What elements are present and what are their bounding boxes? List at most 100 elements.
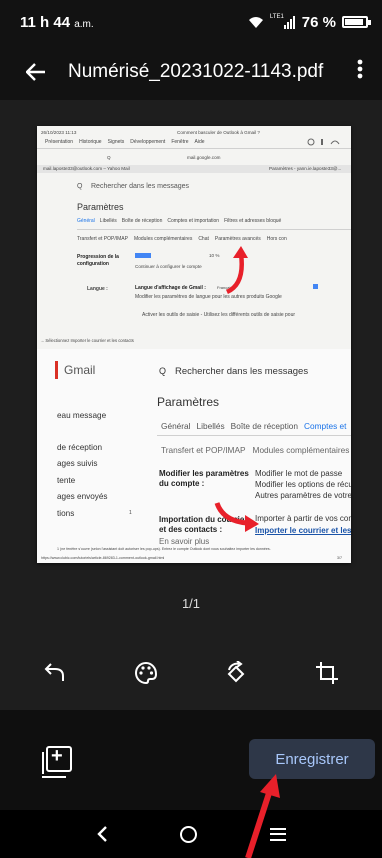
doc-tab: Général bbox=[77, 218, 95, 224]
doc-import-link: Importer le courrier et les c bbox=[255, 526, 351, 535]
clock-text: 11 h 44 bbox=[20, 13, 71, 31]
doc-menu: Présentation Historique Signets Développ… bbox=[45, 139, 205, 145]
bottom-action-bar: + Enregistrer bbox=[0, 710, 382, 810]
gmail-logo-bar bbox=[55, 361, 58, 379]
doc-zoom-settings: Paramètres bbox=[157, 395, 220, 409]
doc-progress-bar bbox=[135, 253, 151, 258]
doc-url: mail.google.com bbox=[187, 155, 221, 160]
doc-tab: Modules complémentaires bbox=[133, 236, 193, 242]
doc-footer-note: 1 (ne fenêtre s'ouvre (selon l'assistant… bbox=[57, 547, 271, 551]
doc-progress-link: Continuer à configurer le compte bbox=[135, 264, 202, 269]
rotate-icon[interactable] bbox=[216, 653, 256, 693]
doc-sidebar-item: de réception bbox=[57, 443, 103, 452]
more-vert-icon[interactable] bbox=[350, 58, 370, 86]
status-time: 11 h 44 a.m. bbox=[20, 14, 94, 31]
crop-icon[interactable] bbox=[307, 653, 347, 693]
doc-zoom-tab: Général bbox=[161, 421, 191, 431]
doc-zoom-search: Rechercher dans les messages bbox=[175, 366, 309, 377]
signal-icon bbox=[283, 16, 295, 29]
doc-modify-link: Modifier le mot de passe bbox=[255, 469, 343, 478]
doc-zoom-tabs2: Transfert et POP/IMAP Modules complément… bbox=[161, 445, 349, 455]
doc-menu-item: Historique bbox=[79, 139, 102, 145]
doc-zoom-tabs1: Général Libellés Boîte de réception Comp… bbox=[161, 421, 346, 431]
system-nav-bar bbox=[0, 810, 382, 858]
doc-progress-value: 10 % bbox=[209, 253, 220, 258]
doc-import-learn: En savoir plus bbox=[159, 537, 210, 546]
doc-zoom-tab: Libellés bbox=[196, 421, 225, 431]
doc-browser-icons bbox=[307, 138, 340, 146]
page-counter: 1/1 bbox=[181, 596, 201, 611]
doc-bookmarks-left: mail.laposte33@outlook.com – Yahoo Mail bbox=[43, 166, 130, 171]
wifi-icon bbox=[248, 17, 263, 28]
doc-import-text: Importer à partir de vos com bbox=[255, 514, 351, 523]
doc-gmail-zoom: Gmail Q Rechercher dans les messages Par… bbox=[37, 349, 351, 563]
doc-tab: Hors con bbox=[266, 236, 287, 242]
doc-page-title: Comment basculer de Outlook à Gmail ? bbox=[177, 130, 260, 135]
doc-divider bbox=[37, 148, 351, 149]
doc-language-title: Langue d'affichage de Gmail : bbox=[135, 285, 206, 291]
network-type: LTE1 bbox=[269, 14, 284, 20]
doc-settings-title: Paramètres bbox=[77, 202, 124, 212]
nav-back-icon[interactable] bbox=[96, 825, 108, 843]
add-page-icon[interactable]: + bbox=[42, 745, 72, 778]
clock-ampm: a.m. bbox=[74, 18, 94, 30]
scanned-page[interactable]: 26/10/2023 11:13 Comment basculer de Out… bbox=[37, 126, 351, 563]
doc-divider bbox=[77, 229, 351, 230]
doc-red-arrow-top bbox=[225, 246, 248, 295]
doc-zoom-tab: Modules complémentaires bbox=[252, 445, 350, 455]
doc-sidebar-item: ages envoyés bbox=[57, 492, 108, 501]
doc-zoom-search-icon: Q bbox=[159, 366, 167, 376]
battery-icon bbox=[342, 16, 371, 28]
back-arrow-icon[interactable] bbox=[25, 57, 56, 88]
document-title: Numérisé_20231022-1143.pdf bbox=[68, 61, 324, 82]
doc-date: 26/10/2023 11:13 bbox=[41, 130, 77, 135]
doc-tab: Filtres et adresses bloqué bbox=[224, 218, 282, 224]
doc-zoom-tab: Comptes et bbox=[304, 421, 347, 431]
doc-tabs-row2: Transfert et POP/IMAP Modules complément… bbox=[77, 236, 287, 242]
doc-tab: Paramètres avancés bbox=[214, 236, 261, 242]
status-icons: LTE1 76 % bbox=[248, 13, 371, 31]
doc-tab: Boîte de réception bbox=[121, 218, 163, 224]
doc-gmail-logo: Gmail bbox=[64, 363, 96, 377]
doc-menu-item: Présentation bbox=[45, 139, 74, 145]
doc-menu-item: Signets bbox=[107, 139, 125, 145]
battery-percent: 76 % bbox=[301, 13, 336, 31]
doc-divider bbox=[157, 435, 351, 436]
app-bar: Numérisé_20231022-1143.pdf bbox=[0, 44, 382, 100]
doc-red-arrow-bottom bbox=[214, 502, 259, 532]
doc-tab: Libellés bbox=[99, 218, 117, 224]
doc-sidebar-item: tions bbox=[57, 509, 75, 518]
edit-toolbar bbox=[0, 645, 382, 701]
doc-sidebar-item: eau message bbox=[57, 411, 107, 420]
doc-language-box bbox=[313, 284, 318, 289]
doc-footer-page: 3/7 bbox=[337, 556, 342, 560]
palette-icon[interactable] bbox=[126, 653, 166, 693]
doc-menu-item: Développement bbox=[130, 139, 166, 145]
doc-tabs-row1: Général Libellés Boîte de réception Comp… bbox=[77, 218, 281, 224]
doc-menu-item: Fenêtre bbox=[171, 139, 189, 145]
doc-modify-link: Autres paramètres de votre c bbox=[255, 491, 351, 500]
doc-language-cut: Activer les outils de saisie - Utilisez … bbox=[142, 312, 296, 318]
doc-progress-label: Progression de la configuration bbox=[77, 254, 119, 267]
doc-caption: → Sélectionnez Importer le courrier et l… bbox=[40, 338, 134, 343]
doc-language-label: Langue : bbox=[87, 286, 108, 292]
doc-bookmarks-right: Paramètres - yann.ie.laposte33@... bbox=[269, 166, 342, 171]
nav-home-icon[interactable] bbox=[180, 825, 198, 843]
doc-tab: Comptes et importation bbox=[167, 218, 220, 224]
doc-tab: Transfert et POP/IMAP bbox=[77, 236, 128, 242]
undo-icon[interactable] bbox=[35, 653, 75, 693]
doc-sidebar-item: tente bbox=[57, 476, 76, 485]
doc-menu-item: Aide bbox=[194, 139, 205, 145]
doc-zoom-tab: Transfert et POP/IMAP bbox=[161, 445, 246, 455]
preview-area: 26/10/2023 11:13 Comment basculer de Out… bbox=[0, 100, 382, 710]
doc-sidebar-item: ages suivis bbox=[57, 459, 98, 468]
doc-zoom-tab: Boîte de réception bbox=[230, 421, 299, 431]
status-bar: 11 h 44 a.m. LTE1 76 % bbox=[0, 0, 382, 44]
red-annotation-arrow bbox=[245, 774, 280, 858]
doc-search-icon: Q bbox=[77, 183, 83, 190]
doc-url-search-icon: Q bbox=[107, 155, 111, 160]
doc-sidebar-count: 1 bbox=[129, 510, 132, 516]
doc-language-desc: Modifier les paramètres de langue pour l… bbox=[135, 294, 282, 300]
doc-modify-link: Modifier les options de récup bbox=[255, 480, 351, 489]
doc-tab: Chat bbox=[198, 236, 209, 242]
